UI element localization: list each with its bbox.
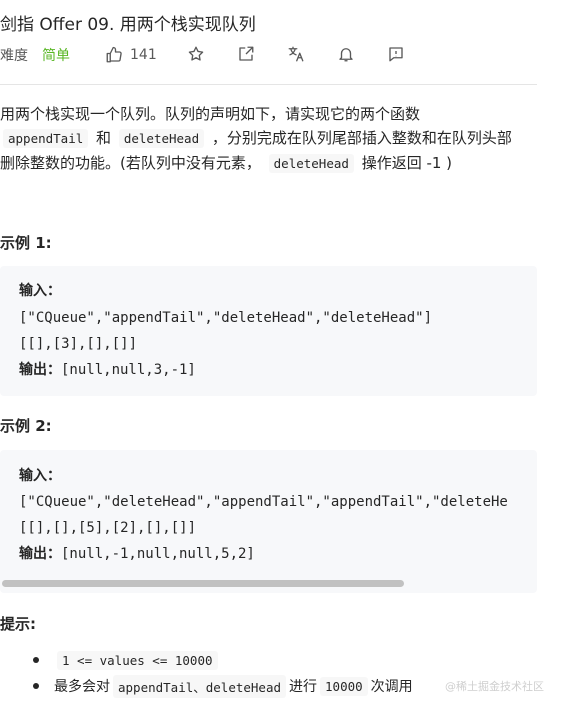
output-value: [null,-1,null,null,5,2] xyxy=(61,546,255,562)
inline-code: appendTail、deleteHead xyxy=(113,674,287,698)
translate-icon[interactable] xyxy=(286,44,306,64)
inline-code: deleteHead xyxy=(268,154,354,173)
horizontal-scrollbar[interactable] xyxy=(2,580,404,587)
example-2-heading: 示例 2: xyxy=(0,417,52,435)
thumbs-up-icon xyxy=(104,45,124,65)
watermark: @稀土掘金技术社区 xyxy=(445,680,544,693)
output-value: [null,null,3,-1] xyxy=(61,362,196,378)
problem-description: 用两个栈实现一个队列。队列的声明如下，请实现它的两个函数 appendTail … xyxy=(0,102,540,176)
description-line: 删除整数的功能。(若队列中没有元素， deleteHead 操作返回 -1 ) xyxy=(0,154,453,173)
share-icon[interactable] xyxy=(236,44,256,64)
tips-heading: 提示: xyxy=(0,615,36,633)
description-line: 用两个栈实现一个队列。队列的声明如下，请实现它的两个函数 xyxy=(0,105,421,123)
problem-title: 剑指 Offer 09. 用两个栈实现队列 xyxy=(0,15,256,35)
example-1-code-block: 输入： ["CQueue","appendTail","deleteHead",… xyxy=(0,266,537,396)
inline-code: deleteHead xyxy=(118,129,205,148)
code-line: ["CQueue","deleteHead","appendTail","app… xyxy=(19,494,508,510)
bullet xyxy=(33,683,39,689)
feedback-icon[interactable] xyxy=(386,44,406,64)
difficulty-label: 难度 xyxy=(0,48,28,64)
inline-code: 1 <= values <= 10000 xyxy=(57,650,218,670)
input-label: 输入： xyxy=(19,468,61,484)
output-line: 输出：[null,-1,null,null,5,2] xyxy=(19,542,255,566)
example-1-heading: 示例 1: xyxy=(0,234,52,252)
bullet xyxy=(33,657,39,663)
difficulty-value: 简单 xyxy=(42,48,70,64)
bell-icon[interactable] xyxy=(336,44,356,64)
code-line: [[],[3],[],[]] xyxy=(19,336,138,352)
divider xyxy=(0,84,537,85)
output-label: 输出： xyxy=(19,546,61,562)
output-line: 输出：[null,null,3,-1] xyxy=(19,358,196,382)
like-button[interactable]: 141 xyxy=(104,44,157,66)
description-line: appendTail 和 deleteHead ，分别完成在队列尾部插入整数和在… xyxy=(0,126,540,151)
like-count: 141 xyxy=(130,47,157,63)
code-line: [[],[],[5],[2],[],[]] xyxy=(19,520,197,536)
code-line: ["CQueue","appendTail","deleteHead","del… xyxy=(19,310,433,326)
problem-meta-bar: 难度 简单 141 xyxy=(0,44,577,66)
example-2-code-block: 输入： ["CQueue","deleteHead","appendTail",… xyxy=(0,450,537,593)
star-icon[interactable] xyxy=(186,44,206,64)
inline-code: appendTail xyxy=(3,129,89,148)
output-label: 输出： xyxy=(19,362,61,378)
input-label: 输入： xyxy=(19,283,61,299)
inline-code: 10000 xyxy=(320,676,368,696)
